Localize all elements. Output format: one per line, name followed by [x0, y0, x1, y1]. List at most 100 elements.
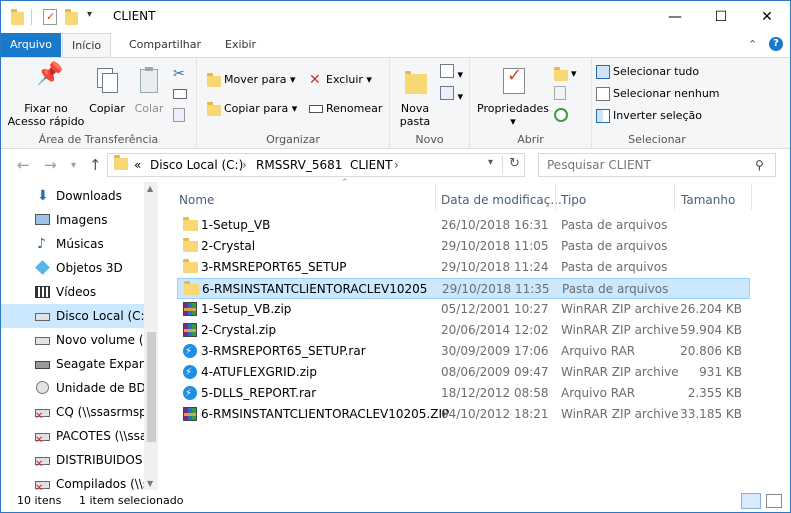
move-to-button[interactable]: Mover para ▾ — [207, 70, 296, 90]
collapse-ribbon-icon[interactable]: ⌃ — [748, 38, 757, 51]
rename-button[interactable]: Renomear — [309, 99, 382, 119]
column-separator[interactable] — [674, 184, 675, 210]
column-size[interactable]: Tamanho — [681, 188, 735, 212]
file-type: Pasta de arquivos — [562, 282, 669, 296]
organize-group-label: Organizar — [266, 133, 320, 146]
address-bar[interactable]: « Disco Local (C:) › RMSSRV_5681 › CLIEN… — [107, 153, 525, 177]
file-date: 29/10/2018 11:35 — [442, 282, 550, 296]
edit-icon[interactable] — [554, 86, 566, 106]
details-view-icon[interactable] — [741, 493, 761, 509]
breadcrumb-separator: › — [336, 158, 341, 172]
network-drive-icon: ✕ — [35, 429, 51, 446]
recent-locations-icon[interactable]: ▾ — [71, 160, 76, 171]
open-group-label: Abrir — [517, 133, 544, 146]
file-date: 18/12/2012 08:58 — [441, 386, 549, 400]
new-group: Nova pasta ▾ ▾ Novo — [390, 58, 470, 148]
address-dropdown-icon[interactable]: ▾ — [488, 157, 493, 168]
file-row[interactable]: 3-RMSREPORT65_SETUP.rar 30/09/2009 17:06 A… — [177, 341, 750, 362]
copy-path-icon[interactable] — [173, 86, 187, 106]
nav-item[interactable]: ✕ DISTRIBUIDOS (\ — [1, 448, 144, 472]
breadcrumb-client[interactable]: CLIENT — [350, 158, 393, 172]
select-all-button[interactable]: Selecionar tudo — [596, 62, 699, 82]
tab-home[interactable]: Início — [62, 33, 112, 58]
nav-item[interactable]: Disco Local (C:) — [1, 304, 144, 328]
file-type: WinRAR ZIP archive — [561, 323, 679, 337]
file-size: 2.355 KB — [687, 386, 742, 400]
quick-access-dropdown-icon[interactable]: ▾ — [87, 9, 101, 25]
zip-icon — [183, 302, 198, 316]
delete-button[interactable]: ✕ Excluir ▾ — [309, 70, 372, 90]
up-arrow-icon[interactable]: ↑ — [89, 156, 102, 174]
column-separator[interactable] — [751, 184, 752, 210]
column-separator[interactable] — [435, 184, 436, 210]
copy-button[interactable]: Copiar — [87, 66, 127, 115]
folder-icon — [183, 259, 198, 274]
file-row[interactable]: 5-DLLS_REPORT.rar 18/12/2012 08:58 Arquivo… — [177, 383, 750, 404]
nav-item[interactable]: Novo volume (D — [1, 328, 144, 352]
copy-to-button[interactable]: Copiar para ▾ — [207, 99, 297, 119]
breadcrumb-separator: › — [242, 158, 247, 172]
copy-icon — [91, 66, 123, 98]
select-none-button[interactable]: Selecionar nenhum — [596, 84, 720, 104]
new-folder-quick-icon[interactable] — [65, 9, 79, 25]
select-group: Selecionar tudo Selecionar nenhum Invert… — [592, 58, 722, 148]
large-icons-view-icon[interactable] — [766, 494, 782, 508]
nav-item[interactable]: ✕ PACOTES (\\ssas — [1, 424, 144, 448]
column-name[interactable]: Nome — [179, 188, 214, 212]
file-row[interactable]: 4-ATUFLEXGRID.zip 08/06/2009 09:47 WinRAR … — [177, 362, 750, 383]
paste-shortcut-icon[interactable] — [173, 108, 185, 128]
breadcrumb-drive[interactable]: Disco Local (C:) — [150, 158, 243, 172]
easy-access-icon[interactable]: ▾ — [440, 86, 463, 106]
new-item-icon[interactable]: ▾ — [440, 64, 463, 84]
cut-icon[interactable]: ✂ — [173, 64, 185, 84]
delete-icon: ✕ — [309, 72, 321, 88]
pin-quick-access-button[interactable]: 📌 Fixar no Acesso rápido — [7, 64, 85, 129]
nav-item[interactable]: Imagens — [1, 208, 144, 232]
paste-button[interactable]: Colar — [129, 66, 169, 115]
properties-button[interactable]: ✓ Propriedades ▾ — [476, 66, 550, 129]
help-icon[interactable]: ? — [769, 37, 783, 51]
nav-item[interactable]: ⬇ Downloads — [1, 184, 144, 208]
nav-item[interactable]: Objetos 3D — [1, 256, 144, 280]
tab-share[interactable]: Compartilhar — [120, 33, 210, 57]
nav-item-label: Novo volume (D — [56, 333, 144, 347]
breadcrumb-rmssrv[interactable]: RMSSRV_5681 — [256, 158, 342, 172]
organize-group: Mover para ▾ Copiar para ▾ ✕ Excluir ▾ Re… — [197, 58, 390, 148]
search-input[interactable]: Pesquisar CLIENT — [538, 153, 776, 177]
forward-arrow-icon[interactable]: → — [44, 156, 57, 174]
file-row[interactable]: 6-RMSINSTANTCLIENTORACLEV10205 29/10/2018… — [177, 278, 750, 299]
file-row[interactable]: 1-Setup_VB.zip 05/12/2001 10:27 WinRAR ZIP… — [177, 299, 750, 320]
back-arrow-icon[interactable]: ← — [17, 156, 30, 174]
refresh-icon[interactable]: ↻ — [509, 156, 520, 171]
minimize-button[interactable]: — — [652, 1, 698, 33]
invert-selection-button[interactable]: Inverter seleção — [596, 106, 702, 126]
breadcrumb-overflow[interactable]: « — [134, 158, 141, 172]
new-folder-button[interactable]: Nova pasta — [394, 66, 436, 128]
folder-icon — [184, 281, 199, 296]
nav-item[interactable]: ✕ CQ (\\ssasrmsp0 — [1, 400, 144, 424]
column-separator[interactable] — [555, 184, 556, 210]
nav-item[interactable]: ♪ Músicas — [1, 232, 144, 256]
properties-quick-icon[interactable]: ✓ — [43, 9, 57, 25]
nav-item[interactable]: ✕ Compilados (\\s — [1, 472, 144, 490]
close-button[interactable]: ✕ — [744, 1, 790, 33]
file-size: 33.185 KB — [680, 407, 742, 421]
column-type[interactable]: Tipo — [561, 188, 586, 212]
file-row[interactable]: 2-Crystal.zip 20/06/2014 12:02 WinRAR ZIP … — [177, 320, 750, 341]
file-row[interactable]: 6-RMSINSTANTCLIENTORACLEV10205.ZIP 04/10/… — [177, 404, 750, 425]
tab-file[interactable]: Arquivo — [1, 33, 61, 57]
file-row[interactable]: 3-RMSREPORT65_SETUP 29/10/2018 11:24 Pasta… — [177, 257, 750, 278]
nav-item[interactable]: Vídeos — [1, 280, 144, 304]
column-date[interactable]: Data de modificaç... — [441, 188, 562, 212]
maximize-button[interactable]: ☐ — [698, 1, 744, 33]
delete-label: Excluir — [326, 73, 363, 86]
nav-item[interactable]: Seagate Expansio — [1, 352, 144, 376]
file-row[interactable]: 2-Crystal 29/10/2018 11:05 Pasta de arquiv… — [177, 236, 750, 257]
tab-view[interactable]: Exibir — [216, 33, 265, 57]
nav-scrollbar-thumb[interactable] — [147, 332, 156, 442]
new-folder-icon — [399, 66, 431, 98]
open-icon[interactable]: ▾ — [554, 64, 577, 84]
file-row[interactable]: 1-Setup_VB 26/10/2018 16:31 Pasta de arqui… — [177, 215, 750, 236]
nav-item[interactable]: Unidade de BD-F — [1, 376, 144, 400]
history-icon[interactable] — [554, 108, 568, 128]
